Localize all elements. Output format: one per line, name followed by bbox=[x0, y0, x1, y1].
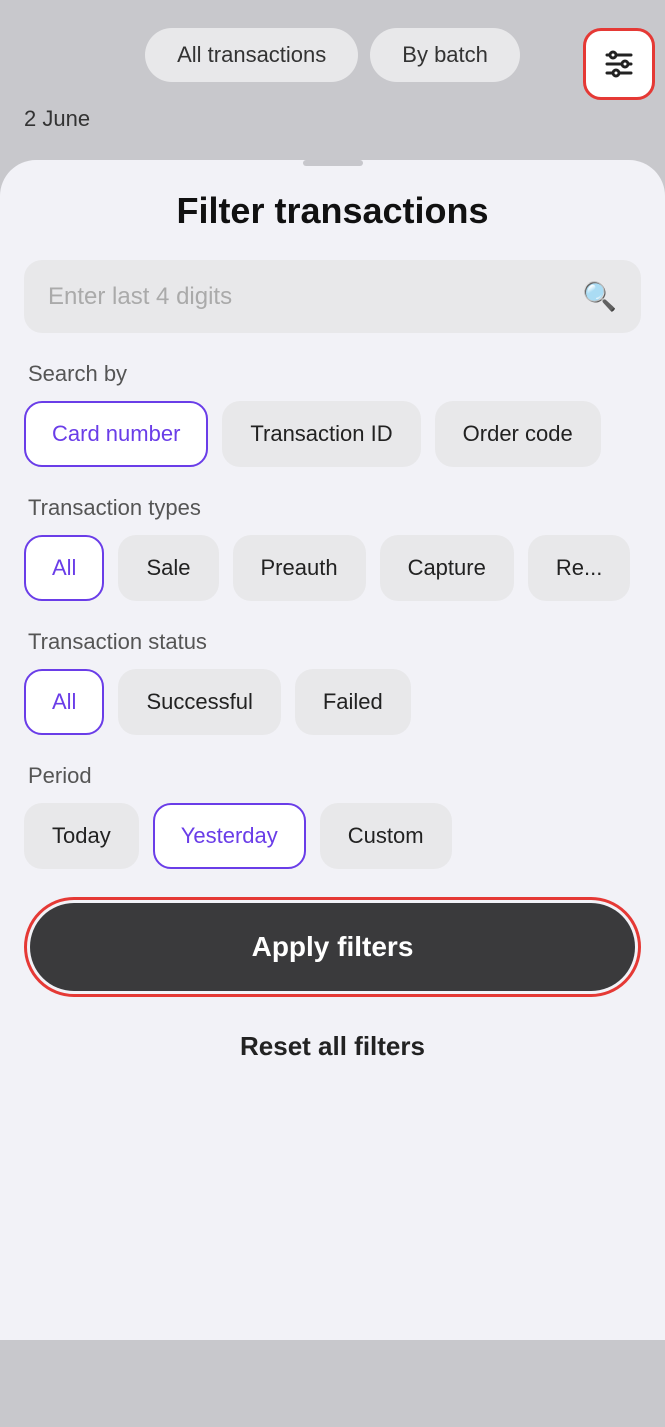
chip-type-preauth[interactable]: Preauth bbox=[233, 535, 366, 601]
chip-period-yesterday[interactable]: Yesterday bbox=[153, 803, 306, 869]
chip-type-all[interactable]: All bbox=[24, 535, 104, 601]
filter-sheet: Filter transactions Enter last 4 digits … bbox=[0, 160, 665, 1340]
chip-status-successful[interactable]: Successful bbox=[118, 669, 280, 735]
search-icon: 🔍 bbox=[582, 280, 617, 313]
chip-order-code[interactable]: Order code bbox=[435, 401, 601, 467]
sheet-title: Filter transactions bbox=[0, 190, 665, 232]
reset-filters-button[interactable]: Reset all filters bbox=[228, 1019, 437, 1074]
chip-status-all[interactable]: All bbox=[24, 669, 104, 735]
transaction-types-label: Transaction types bbox=[0, 495, 665, 521]
apply-btn-wrap: Apply filters bbox=[24, 897, 641, 997]
search-by-chips: Card number Transaction ID Order code bbox=[0, 401, 665, 467]
chip-status-failed[interactable]: Failed bbox=[295, 669, 411, 735]
tab-by-batch[interactable]: By batch bbox=[370, 28, 520, 82]
search-box[interactable]: Enter last 4 digits 🔍 bbox=[24, 260, 641, 333]
chip-type-re[interactable]: Re... bbox=[528, 535, 630, 601]
search-by-label: Search by bbox=[0, 361, 665, 387]
transaction-type-chips: All Sale Preauth Capture Re... bbox=[0, 535, 665, 601]
top-nav: All transactions By batch bbox=[0, 0, 665, 98]
chip-transaction-id[interactable]: Transaction ID bbox=[222, 401, 420, 467]
chip-card-number[interactable]: Card number bbox=[24, 401, 208, 467]
period-chips: Today Yesterday Custom bbox=[0, 803, 665, 869]
filter-sliders-icon bbox=[601, 46, 637, 82]
date-label: 2 June bbox=[0, 98, 665, 144]
chip-type-sale[interactable]: Sale bbox=[118, 535, 218, 601]
period-label: Period bbox=[0, 763, 665, 789]
drag-handle[interactable] bbox=[303, 160, 363, 166]
apply-filters-button[interactable]: Apply filters bbox=[30, 903, 635, 991]
tab-all-transactions[interactable]: All transactions bbox=[145, 28, 358, 82]
chip-period-today[interactable]: Today bbox=[24, 803, 139, 869]
filter-button[interactable] bbox=[583, 28, 655, 100]
phone-container: All transactions By batch 2 June Filter … bbox=[0, 0, 665, 1427]
transaction-status-chips: All Successful Failed bbox=[0, 669, 665, 735]
search-placeholder: Enter last 4 digits bbox=[48, 283, 232, 311]
chip-type-capture[interactable]: Capture bbox=[380, 535, 514, 601]
transaction-status-label: Transaction status bbox=[0, 629, 665, 655]
chip-period-custom[interactable]: Custom bbox=[320, 803, 452, 869]
